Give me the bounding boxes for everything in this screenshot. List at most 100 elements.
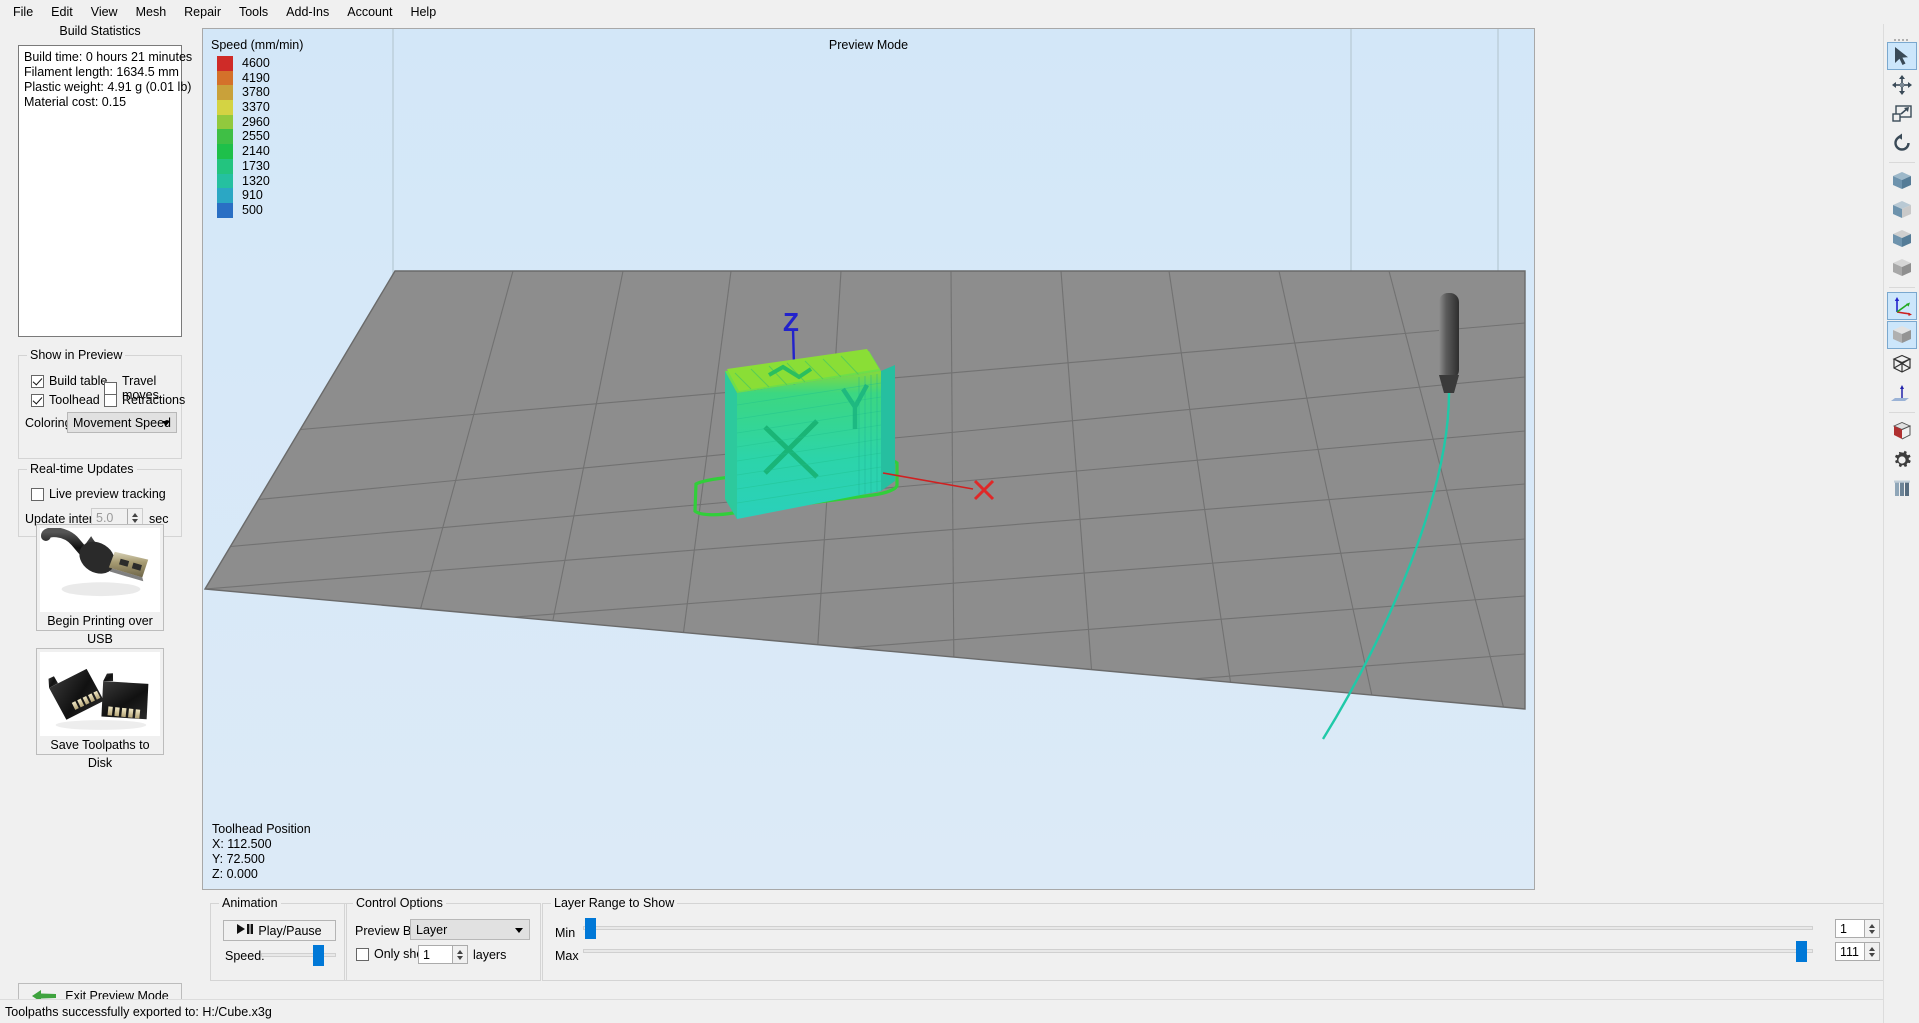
axes-icon	[1894, 297, 1912, 316]
view-solid-tool-button[interactable]	[1887, 167, 1917, 195]
toolbar-grip-handle[interactable]	[1893, 32, 1911, 41]
toolhead-z: Z: 0.000	[212, 867, 258, 881]
gear-icon	[1894, 450, 1911, 468]
checkbox-retractions[interactable]: Retractions	[104, 393, 185, 407]
legend-item: 1730	[211, 158, 303, 174]
scale-tool-button[interactable]	[1887, 100, 1917, 128]
legend-swatch	[217, 158, 233, 174]
checkbox-build-table[interactable]: Build table	[31, 374, 107, 388]
move-tool-button[interactable]	[1887, 71, 1917, 99]
view-gray-tool-button[interactable]	[1887, 254, 1917, 282]
spinner-arrows-icon[interactable]	[1864, 943, 1879, 960]
menu-item-account[interactable]: Account	[338, 1, 401, 23]
speed-label: Speed:	[225, 949, 265, 963]
toolhead-y: Y: 72.500	[212, 852, 265, 866]
wireframe-tool-button[interactable]	[1887, 350, 1917, 378]
legend-swatch	[217, 114, 233, 130]
columns-tool-button[interactable]	[1887, 475, 1917, 503]
layer-range-group-label: Layer Range to Show	[551, 896, 678, 910]
play-pause-icon	[237, 923, 254, 938]
menu-item-help[interactable]: Help	[401, 1, 445, 23]
legend-item: 500	[211, 202, 303, 218]
legend-value: 3370	[242, 100, 270, 115]
layer-range-group: Layer Range to Show Min 1 Max 111	[542, 896, 1913, 981]
preview-by-value: Layer	[416, 922, 448, 937]
layers-unit-label: layers	[473, 948, 507, 962]
axes-view-tool-button[interactable]	[1886, 292, 1917, 320]
min-layer-slider[interactable]	[583, 918, 1813, 940]
usb-button-caption: Begin Printing over USB	[47, 614, 153, 646]
legend-item: 1320	[211, 173, 303, 189]
right-toolbar	[1883, 24, 1919, 1023]
cursor-arrow-icon	[1894, 47, 1908, 65]
rotate-tool-button[interactable]	[1887, 129, 1917, 157]
begin-printing-over-usb-button[interactable]: Begin Printing over USB	[36, 524, 164, 646]
min-layer-spinner[interactable]: 1	[1835, 919, 1880, 938]
columns-icon	[1893, 480, 1910, 496]
normals-tool-button[interactable]	[1887, 379, 1917, 407]
only-show-value: 1	[423, 947, 430, 962]
menu-item-repair[interactable]: Repair	[175, 1, 230, 23]
preview-mode-label: Preview Mode	[828, 38, 909, 52]
move-arrows-icon	[1891, 75, 1912, 95]
menu-item-tools[interactable]: Tools	[230, 1, 277, 23]
legend-swatch	[217, 188, 233, 203]
view-shaded-tool-button[interactable]	[1887, 225, 1917, 253]
settings-gear-tool-button[interactable]	[1887, 446, 1917, 474]
show-in-preview-group: Show in Preview Build table Travel moves…	[18, 348, 185, 459]
checkbox-live-preview-tracking[interactable]: Live preview tracking	[31, 487, 166, 501]
status-bar: Toolpaths successfully exported to: H:/C…	[0, 999, 1883, 1023]
only-show-layers-spinner[interactable]: 1	[418, 945, 468, 964]
legend-swatch	[217, 85, 233, 101]
status-message: Toolpaths successfully exported to: H:/C…	[5, 1004, 272, 1019]
legend-value: 4190	[242, 70, 270, 85]
max-slider-track	[583, 949, 1813, 953]
max-layer-spinner[interactable]: 111	[1835, 942, 1880, 961]
cross-section-icon	[1892, 422, 1911, 440]
cube-half-icon	[1892, 201, 1911, 218]
legend-swatch	[217, 56, 233, 71]
preview-by-dropdown[interactable]: Layer	[410, 919, 530, 940]
min-slider-thumb[interactable]	[585, 918, 596, 939]
control-options-group: Control Options Preview By Layer Only sh…	[344, 896, 541, 981]
bottom-control-bar: Animation Play/Pause Speed: Control Opti…	[202, 893, 1919, 999]
legend-item: 4190	[211, 70, 303, 86]
save-toolpaths-to-disk-button[interactable]: Save Toolpaths to Disk	[36, 648, 164, 770]
cross-section-tool-button[interactable]	[1887, 417, 1917, 445]
legend-swatch	[217, 202, 233, 218]
max-slider-thumb[interactable]	[1796, 941, 1807, 962]
retractions-checkbox-box[interactable]	[104, 393, 117, 407]
spinner-arrows-icon[interactable]	[452, 946, 467, 963]
stat-filament-length: Filament length: 1634.5 mm	[24, 65, 179, 79]
checkbox-toolhead[interactable]: Toolhead	[31, 393, 100, 407]
scene-render: Z	[203, 29, 1534, 889]
cube-shaded-icon	[1892, 230, 1911, 247]
select-arrow-tool-button[interactable]	[1886, 42, 1917, 70]
menu-item-addins[interactable]: Add-Ins	[277, 1, 338, 23]
spinner-arrows-icon[interactable]	[1864, 920, 1879, 937]
chevron-down-icon	[162, 420, 170, 426]
cube-view-icon	[1892, 326, 1911, 343]
only-show-checkbox-box[interactable]	[356, 947, 369, 961]
play-pause-button[interactable]: Play/Pause	[223, 920, 336, 941]
build-table-checkbox-box[interactable]	[31, 374, 44, 388]
animation-group-label: Animation	[219, 896, 281, 910]
toolhead-x: X: 112.500	[212, 837, 272, 851]
max-layer-slider[interactable]	[583, 941, 1813, 963]
realtime-updates-label: Real-time Updates	[27, 462, 137, 476]
live-preview-checkbox-box[interactable]	[31, 487, 44, 501]
legend-value: 1320	[242, 173, 270, 188]
toolhead-checkbox-box[interactable]	[31, 393, 44, 407]
legend-item: 910	[211, 188, 303, 203]
3d-viewport[interactable]: Z Preview Mode Speed (mm/min) 4600 4190 …	[202, 28, 1535, 890]
cube-view-tool-button[interactable]	[1886, 321, 1917, 349]
stat-material-cost: Material cost: 0.15	[24, 95, 127, 109]
legend-value: 3780	[242, 85, 270, 100]
speed-slider-thumb[interactable]	[313, 945, 324, 966]
legend-swatch	[217, 173, 233, 189]
coloring-dropdown[interactable]: Movement Speed	[67, 412, 177, 433]
legend-swatch	[217, 100, 233, 115]
view-half-tool-button[interactable]	[1887, 196, 1917, 224]
menu-bar: File Edit View Mesh Repair Tools Add-Ins…	[0, 0, 1919, 24]
animation-speed-slider[interactable]	[261, 945, 336, 966]
